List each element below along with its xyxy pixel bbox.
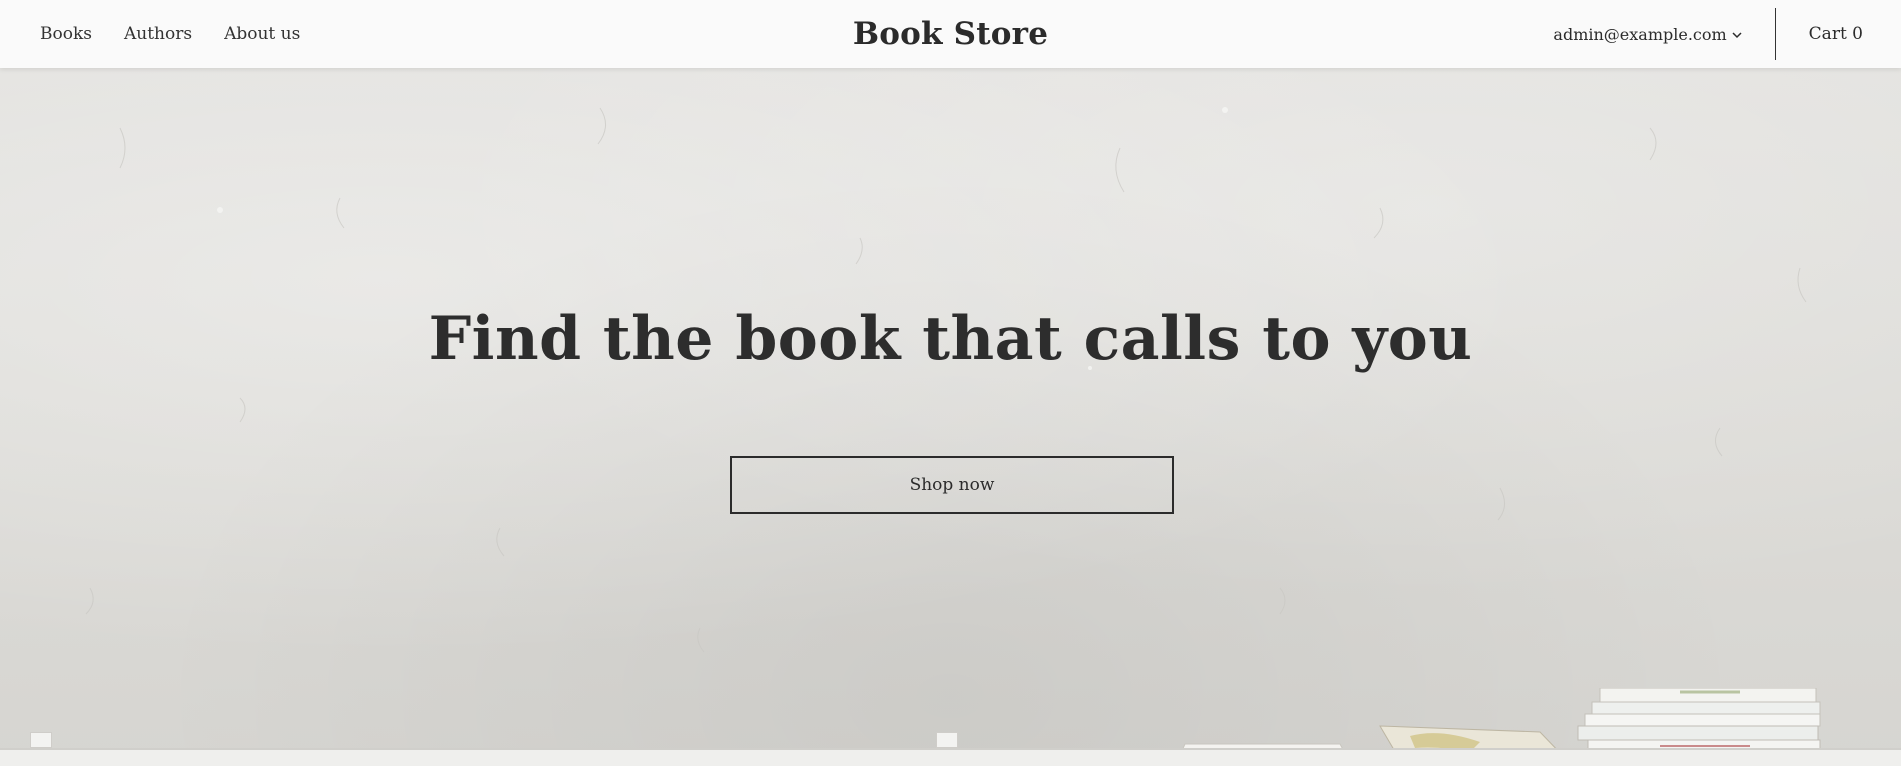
hero-banner: Find the book that calls to you Shop now [0, 68, 1901, 766]
shelf-bracket-left [30, 732, 52, 748]
site-header: Books Authors About us Book Store admin@… [0, 0, 1901, 68]
wall-background-image [85, 107, 1807, 653]
account-email: admin@example.com [1553, 24, 1727, 44]
header-actions: admin@example.com Cart 0 [1553, 0, 1901, 68]
hero-heading: Find the book that calls to you [428, 304, 1473, 374]
nav-link-books[interactable]: Books [40, 24, 92, 44]
cart-link[interactable]: Cart 0 [1776, 24, 1901, 44]
chevron-down-icon [1732, 32, 1742, 39]
shelf [0, 748, 1901, 766]
main-nav: Books Authors About us [40, 0, 300, 68]
nav-link-authors[interactable]: Authors [124, 24, 192, 44]
site-logo-title[interactable]: Book Store [853, 16, 1048, 52]
shelf-bracket-right [936, 732, 958, 748]
shop-now-button[interactable]: Shop now [730, 456, 1174, 514]
page: Books Authors About us Book Store admin@… [0, 0, 1901, 766]
account-dropdown[interactable]: admin@example.com [1553, 25, 1774, 44]
nav-link-about-us[interactable]: About us [224, 24, 300, 44]
